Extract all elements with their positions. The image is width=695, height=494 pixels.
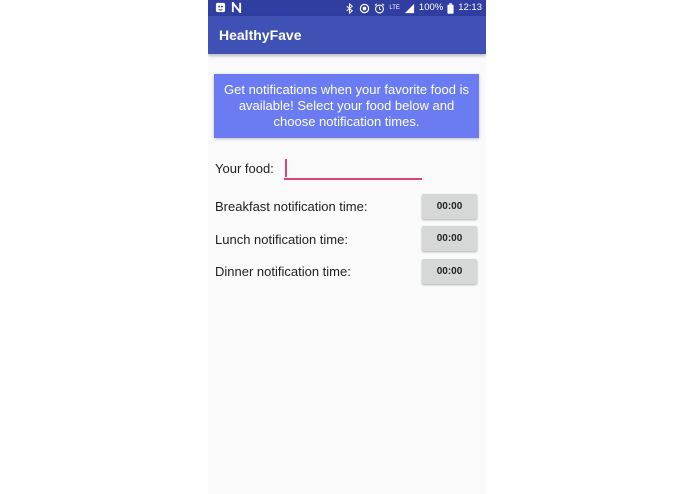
notification-app-icon: [215, 2, 226, 13]
n-icon: [231, 2, 242, 13]
battery-icon: [447, 2, 454, 14]
status-time: 12:13: [458, 2, 482, 13]
dinner-time-button[interactable]: 00:00: [422, 259, 477, 284]
bluetooth-icon: [346, 2, 354, 14]
alarm-icon: [374, 3, 385, 13]
food-input[interactable]: [284, 158, 422, 180]
breakfast-label: Breakfast notification time:: [215, 199, 368, 214]
status-left-icons: [215, 2, 242, 13]
breakfast-time-button[interactable]: 00:00: [422, 194, 477, 219]
lunch-time-button[interactable]: 00:00: [422, 226, 477, 251]
status-bar: LTE 100% 12:13: [208, 0, 486, 16]
food-label: Your food:: [215, 161, 274, 176]
info-banner-text: Get notifications when your favorite foo…: [224, 82, 469, 129]
network-label: LTE: [389, 5, 400, 11]
hotspot-icon: [360, 3, 370, 13]
lunch-label: Lunch notification time:: [215, 232, 348, 247]
status-right-icons: LTE 100% 12:13: [344, 2, 482, 14]
battery-percent: 100%: [418, 2, 444, 13]
text-cursor: [285, 159, 287, 177]
app-bar: HealthyFave: [208, 16, 486, 54]
app-title: HealthyFave: [219, 27, 302, 43]
dinner-label: Dinner notification time:: [215, 264, 351, 279]
info-banner: Get notifications when your favorite foo…: [214, 74, 479, 138]
signal-icon: [404, 3, 414, 13]
phone-screen: LTE 100% 12:13 HealthyFave Get notificat…: [208, 0, 486, 494]
